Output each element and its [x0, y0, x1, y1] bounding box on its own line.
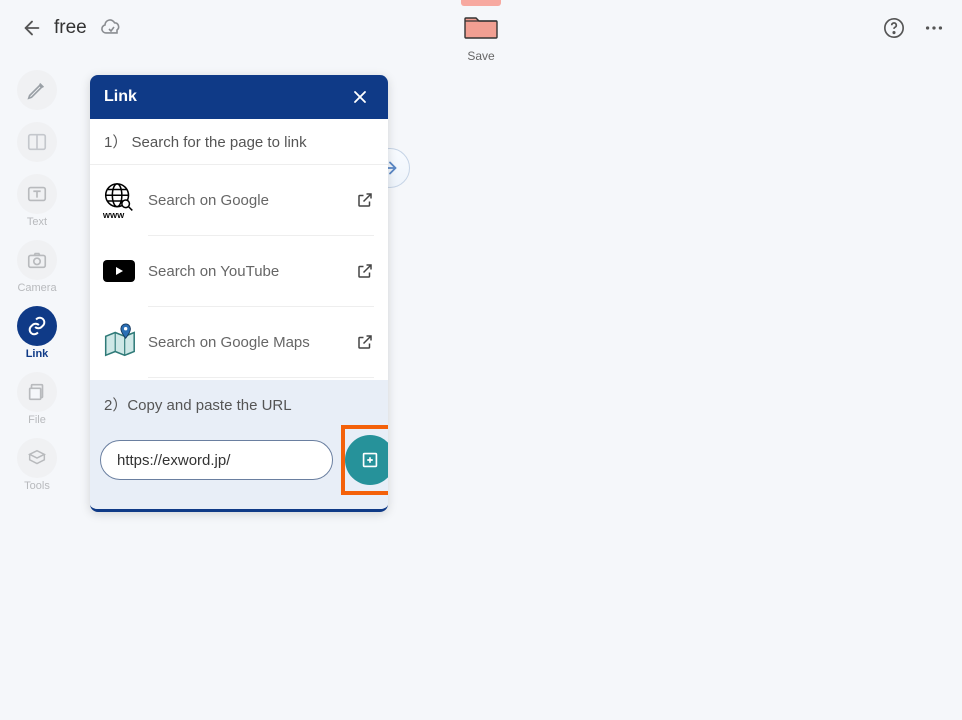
url-input[interactable]: [100, 440, 333, 480]
open-external-google[interactable]: [354, 189, 376, 211]
sidebar-item-tools[interactable]: Tools: [12, 434, 62, 498]
maps-row-label: Search on Google Maps: [148, 334, 354, 351]
open-external-maps[interactable]: [354, 331, 376, 353]
youtube-icon: [98, 250, 140, 292]
save-label: Save: [467, 49, 494, 63]
popup-title: Link: [104, 88, 137, 106]
svg-text:WWW: WWW: [103, 211, 125, 220]
open-external-youtube[interactable]: [354, 260, 376, 282]
google-row-label: Search on Google: [148, 192, 354, 209]
link-label: Link: [26, 348, 49, 360]
link-icon: [26, 315, 48, 337]
page-title: free: [54, 17, 87, 39]
tools-icon: [26, 447, 48, 469]
layout-icon: [26, 131, 48, 153]
sidebar-item-pen[interactable]: [12, 66, 62, 116]
help-icon: [883, 17, 905, 39]
more-button[interactable]: [922, 16, 946, 40]
add-to-collection-icon: [359, 449, 381, 471]
pink-tab-indicator: [461, 0, 501, 6]
text-label: Text: [27, 216, 47, 228]
add-link-button[interactable]: [345, 435, 388, 485]
sidebar-item-layout[interactable]: [12, 118, 62, 168]
tools-label: Tools: [24, 480, 50, 492]
help-button[interactable]: [882, 16, 906, 40]
file-label: File: [28, 414, 46, 426]
sidebar-item-camera[interactable]: Camera: [12, 236, 62, 300]
step1-caption: 1） Search for the page to link: [90, 119, 388, 165]
camera-label: Camera: [17, 282, 56, 294]
search-row-youtube[interactable]: Search on YouTube: [90, 236, 388, 306]
link-popup: Link 1） Search for the page to link WWW …: [90, 75, 388, 512]
camera-icon: [26, 249, 48, 271]
close-button[interactable]: [346, 83, 374, 111]
url-input-row: [90, 425, 388, 495]
external-link-icon: [356, 191, 374, 209]
www-globe-icon: WWW: [98, 179, 140, 221]
sidebar-item-link[interactable]: Link: [12, 302, 62, 366]
popup-section-url: 2）Copy and paste the URL: [90, 380, 388, 509]
step2-caption: 2）Copy and paste the URL: [90, 380, 388, 425]
popup-header: Link: [90, 75, 388, 119]
row-divider: [148, 377, 374, 378]
pen-icon: [26, 79, 48, 101]
external-link-icon: [356, 262, 374, 280]
sidebar-item-file[interactable]: File: [12, 368, 62, 432]
add-button-highlight: [341, 425, 388, 495]
folder-icon: [464, 12, 498, 45]
top-bar: free Save: [0, 0, 962, 56]
cloud-sync-icon[interactable]: [99, 16, 123, 40]
back-arrow-icon: [21, 17, 43, 39]
top-right-controls: [882, 16, 946, 40]
file-icon: [26, 381, 48, 403]
top-center-save[interactable]: Save: [464, 6, 498, 63]
search-row-maps[interactable]: Search on Google Maps: [90, 307, 388, 377]
search-row-google[interactable]: WWW Search on Google: [90, 165, 388, 235]
left-toolbar: Text Camera Link File Tools: [10, 66, 64, 498]
external-link-icon: [356, 333, 374, 351]
text-icon: [26, 183, 48, 205]
more-horizontal-icon: [923, 17, 945, 39]
youtube-row-label: Search on YouTube: [148, 263, 354, 280]
map-pin-icon: [98, 321, 140, 363]
back-button[interactable]: [16, 12, 48, 44]
close-icon: [350, 87, 370, 107]
sidebar-item-text[interactable]: Text: [12, 170, 62, 234]
popup-section-search: 1） Search for the page to link WWW Searc…: [90, 119, 388, 380]
